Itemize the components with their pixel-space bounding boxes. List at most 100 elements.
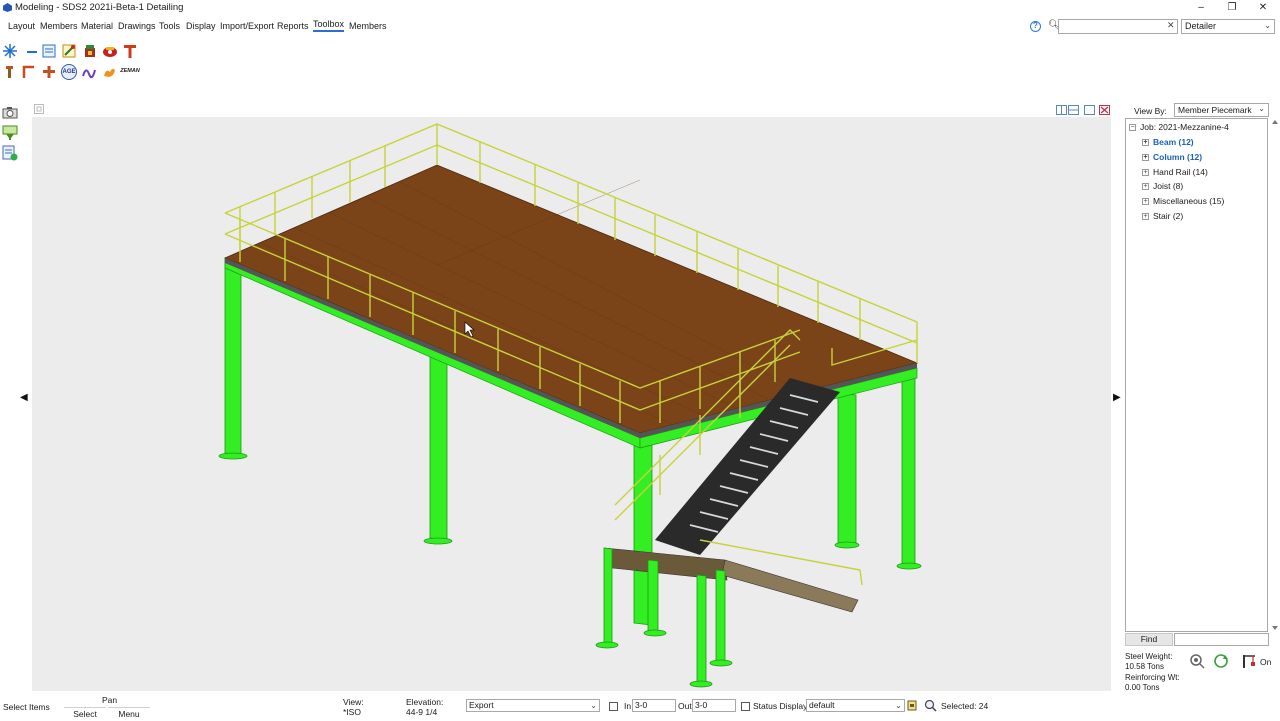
- title-bar: Modeling - SDS2 2021i-Beta-1 Detailing –…: [0, 0, 1280, 16]
- crane-icon[interactable]: [1241, 653, 1257, 669]
- tree-item-column[interactable]: + Column (12): [1142, 152, 1202, 162]
- display-select[interactable]: default ⌄: [806, 699, 905, 712]
- steel-weight-label: Steel Weight:: [1125, 652, 1173, 661]
- status-display-checkbox[interactable]: [741, 702, 750, 711]
- menu-drawings[interactable]: Drawings: [118, 21, 156, 31]
- in-label: In: [624, 701, 632, 711]
- view-tab-icon[interactable]: [34, 104, 44, 114]
- elevation-label: Elevation:: [406, 697, 444, 707]
- app-logo-icon: [3, 3, 12, 12]
- zoom-select-icon[interactable]: [924, 699, 937, 712]
- view-by-select[interactable]: Member Piecemark ⌄: [1174, 103, 1269, 117]
- t-beam-icon[interactable]: [122, 43, 138, 59]
- menu-display[interactable]: Display: [186, 21, 216, 31]
- help-icon[interactable]: ?: [1030, 21, 1041, 32]
- view-by-label: View By:: [1134, 106, 1167, 116]
- select-items-label: Select Items: [3, 702, 50, 712]
- minimize-button[interactable]: –: [1186, 0, 1216, 16]
- cross-icon[interactable]: [41, 64, 57, 80]
- sheet-icon[interactable]: [41, 43, 57, 59]
- list-check-icon[interactable]: [2, 145, 18, 161]
- expand-icon[interactable]: +: [1142, 183, 1149, 191]
- tree-scrollbar[interactable]: [1270, 118, 1280, 632]
- tree-item-stair[interactable]: + Stair (2): [1142, 211, 1183, 221]
- line-icon[interactable]: [24, 43, 40, 59]
- in-input[interactable]: 3-0: [632, 699, 676, 712]
- chevron-down-icon: ⌄: [895, 701, 902, 710]
- status-display-label: Status Display: [753, 701, 808, 711]
- expand-icon[interactable]: +: [1142, 169, 1149, 177]
- menu-toolbox[interactable]: Toolbox: [313, 19, 345, 32]
- out-input[interactable]: 3-0: [692, 699, 736, 712]
- expand-icon[interactable]: +: [1142, 139, 1149, 147]
- maximize-view-icon[interactable]: [1084, 105, 1095, 115]
- steel-weight-value: 10.58 Tons: [1125, 662, 1164, 671]
- pencil-sheet-icon[interactable]: [61, 43, 77, 59]
- close-button[interactable]: ✕: [1248, 0, 1278, 16]
- camera-icon[interactable]: [2, 104, 18, 120]
- expand-icon[interactable]: +: [1142, 198, 1149, 206]
- age-icon[interactable]: AGE: [61, 64, 77, 80]
- collapse-icon[interactable]: −: [1129, 124, 1136, 132]
- menu-import-export[interactable]: Import/Export: [220, 21, 274, 31]
- chevron-down-icon: ⌄: [1264, 21, 1271, 30]
- menu-reports[interactable]: Reports: [277, 21, 309, 31]
- select-tab[interactable]: Select: [64, 707, 106, 720]
- menu-tools[interactable]: Tools: [159, 21, 180, 31]
- flame-icon[interactable]: [101, 64, 117, 80]
- model-viewport[interactable]: [32, 117, 1111, 691]
- tree-item-beam[interactable]: + Beam (12): [1142, 137, 1194, 147]
- nav-left-arrow-icon[interactable]: ◀: [20, 392, 28, 403]
- find-button[interactable]: Find: [1125, 633, 1173, 646]
- sparkle-icon[interactable]: [2, 43, 18, 59]
- view-value: *ISO: [343, 707, 361, 717]
- role-select-value: Detailer: [1185, 21, 1217, 31]
- find-input[interactable]: [1174, 633, 1269, 646]
- pin-icon[interactable]: [2, 64, 18, 80]
- tree-item-hand-rail[interactable]: + Hand Rail (14): [1142, 167, 1208, 177]
- lock-icon[interactable]: [907, 700, 917, 711]
- tree-item-miscellaneous[interactable]: + Miscellaneous (15): [1142, 196, 1224, 206]
- out-label: Out: [678, 701, 692, 711]
- tile-horizontal-icon[interactable]: [1068, 105, 1079, 115]
- chevron-down-icon: ⌄: [590, 701, 597, 710]
- script-icon[interactable]: [81, 64, 97, 80]
- menu-members-2[interactable]: Members: [349, 21, 387, 31]
- refresh-icon[interactable]: [1213, 653, 1229, 669]
- restore-button[interactable]: ❐: [1217, 0, 1247, 16]
- angle-icon[interactable]: [21, 64, 37, 80]
- funnel-grid-icon[interactable]: [2, 125, 18, 141]
- search-clear-icon[interactable]: ✕: [1167, 20, 1175, 31]
- expand-icon[interactable]: +: [1142, 154, 1149, 162]
- status-on-label: On: [1260, 657, 1272, 667]
- view-by-value: Member Piecemark: [1178, 105, 1252, 115]
- zeman-icon[interactable]: ZEMAN: [120, 64, 140, 80]
- paint-bucket-icon[interactable]: [82, 43, 98, 59]
- gear-red-icon[interactable]: [102, 43, 118, 59]
- model-3d-render: [218, 123, 922, 688]
- expand-icon[interactable]: +: [1142, 213, 1149, 221]
- search-input[interactable]: [1058, 19, 1178, 34]
- menu-members[interactable]: Members: [40, 21, 78, 31]
- view-label: View:: [343, 697, 364, 707]
- member-tree: − Job: 2021-Mezzanine-4 + Beam (12) + Colum…: [1125, 118, 1268, 632]
- reinforcing-weight-label: Reinforcing Wt:: [1125, 673, 1180, 682]
- in-out-checkbox[interactable]: [609, 702, 618, 711]
- role-select[interactable]: Detailer ⌄: [1181, 19, 1275, 34]
- close-view-icon[interactable]: [1099, 105, 1110, 115]
- export-select[interactable]: Export ⌄: [466, 699, 600, 712]
- tree-root[interactable]: − Job: 2021-Mezzanine-4: [1129, 122, 1229, 132]
- tile-vertical-icon[interactable]: [1056, 105, 1067, 115]
- elevation-value: 44-9 1/4: [406, 707, 438, 717]
- menu-tab[interactable]: Menu: [108, 707, 150, 720]
- pan-label: Pan: [102, 695, 118, 705]
- tree-item-joist[interactable]: + Joist (8): [1142, 181, 1183, 191]
- selected-count: Selected: 24: [941, 701, 989, 711]
- chevron-down-icon: ⌄: [1258, 104, 1265, 113]
- gear-search-icon[interactable]: [1189, 653, 1205, 669]
- nav-right-arrow-icon[interactable]: ▶: [1113, 392, 1121, 403]
- status-bar: Select Items Pan View: *ISO Elevation: 4…: [0, 692, 1280, 720]
- menu-layout[interactable]: Layout: [8, 21, 35, 31]
- menu-bar: Layout Members Material Drawings Tools D…: [0, 18, 1000, 36]
- menu-material[interactable]: Material: [81, 21, 113, 31]
